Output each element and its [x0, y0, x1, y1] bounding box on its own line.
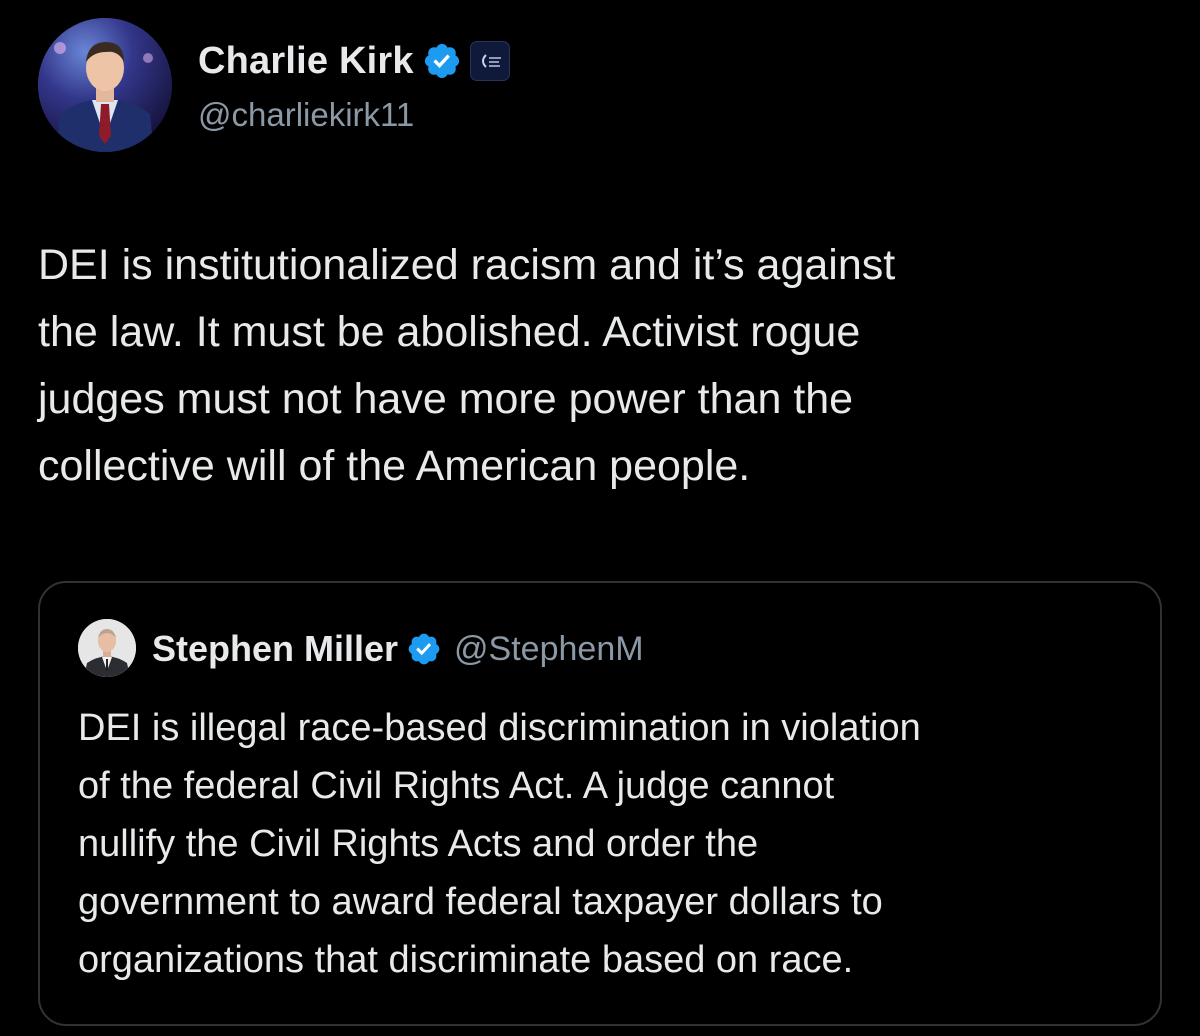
- author-display-name[interactable]: Charlie Kirk: [198, 40, 414, 83]
- verified-badge-icon[interactable]: [406, 631, 442, 667]
- quoted-author-row: Stephen Miller @StephenM: [152, 625, 644, 673]
- author-name-row: Charlie Kirk: [198, 36, 510, 86]
- quoted-author-display-name[interactable]: Stephen Miller: [152, 628, 398, 670]
- author-handle[interactable]: @charliekirk11: [198, 96, 414, 134]
- author-avatar[interactable]: [38, 18, 172, 152]
- quoted-author-handle[interactable]: @StephenM: [454, 630, 644, 669]
- tweet-text: DEI is institutionalized racism and it’s…: [38, 241, 896, 490]
- quoted-tweet-card[interactable]: Stephen Miller @StephenM DEI is illegal …: [38, 581, 1162, 1026]
- organization-affiliation-badge-icon[interactable]: [469, 41, 510, 81]
- avatar-image: [38, 18, 172, 152]
- quoted-tweet-text: DEI is illegal race-based discrimination…: [78, 707, 921, 981]
- quoted-author-avatar[interactable]: [78, 619, 136, 677]
- tweet: Charlie Kirk @charliekirk11 DEI is insti…: [0, 0, 1200, 1036]
- verified-badge-icon[interactable]: [422, 41, 462, 81]
- quoted-avatar-image: [78, 619, 136, 677]
